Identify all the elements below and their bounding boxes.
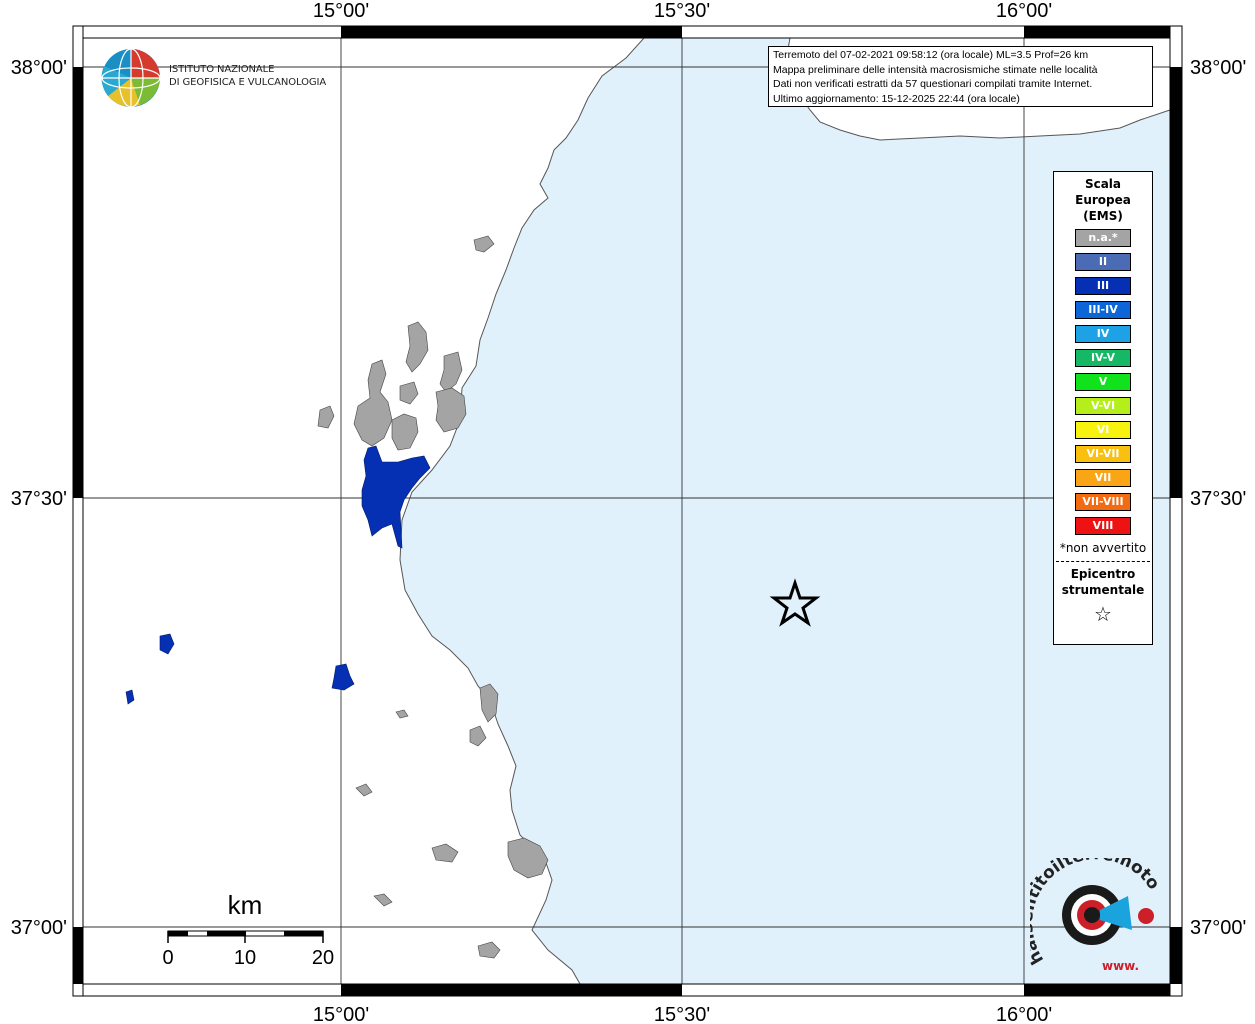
- left-tick-label: 37°00': [11, 917, 67, 939]
- legend-swatch: VII: [1075, 469, 1131, 487]
- legend-swatch: IV: [1075, 325, 1131, 343]
- legend-swatch: VIII: [1075, 517, 1131, 535]
- scale-unit: km: [228, 890, 263, 920]
- scale-tick-label: 0: [162, 947, 173, 969]
- legend-separator: [1056, 561, 1150, 562]
- bottom-tick-label: 15°00': [313, 1004, 369, 1024]
- top-tick-label: 16°00': [996, 0, 1052, 22]
- legend-swatch: V-VI: [1075, 397, 1131, 415]
- bottom-tick-label: 16°00': [996, 1004, 1052, 1024]
- svg-text:haisentitoilterremoto.it: haisentitoilterremoto.it: [1030, 858, 1160, 968]
- hsit-logo-curved-text: haisentitoilterremoto.it: [1030, 858, 1160, 968]
- legend-epicenter-label: Epicentro strumentale: [1054, 566, 1152, 598]
- legend-swatch: V: [1075, 373, 1131, 391]
- event-info-box: Terremoto del 07-02-2021 09:58:12 (ora l…: [768, 46, 1153, 107]
- event-info-line: Mappa preliminare delle intensità macros…: [773, 63, 1098, 76]
- top-tick-label: 15°00': [313, 0, 369, 22]
- ems-legend: Scala Europea (EMS) n.a.* II III III-IV IV IV…: [1053, 171, 1153, 645]
- scale-tick-label: 20: [312, 947, 334, 969]
- legend-swatch: II: [1075, 253, 1131, 271]
- legend-swatch: VI-VII: [1075, 445, 1131, 463]
- hsit-logo-text: haisentitoilterremoto.it www.: [1030, 858, 1160, 973]
- legend-title-line: Scala: [1084, 177, 1122, 191]
- legend-items: n.a.* II III III-IV IV IV-V V V-VI VI VI-VII VII VI…: [1054, 229, 1152, 535]
- legend-note: *non avvertito: [1059, 541, 1147, 555]
- legend-title-line: (EMS): [1083, 209, 1123, 223]
- scale-tick-label: 10: [234, 947, 256, 969]
- right-tick-label: 37°30': [1190, 488, 1246, 510]
- legend-swatch: IV-V: [1075, 349, 1131, 367]
- legend-title-line: Europea: [1075, 193, 1131, 207]
- legend-epicenter-line: strumentale: [1061, 583, 1145, 597]
- event-info-line: Terremoto del 07-02-2021 09:58:12 (ora l…: [773, 49, 1089, 61]
- bottom-tick-label: 15°30': [654, 1004, 710, 1024]
- left-tick-label: 38°00': [11, 57, 67, 79]
- right-tick-label: 38°00': [1190, 57, 1246, 79]
- event-info-line: Dati non verificati estratti da 57 quest…: [773, 78, 1093, 91]
- legend-epicenter-line: Epicentro: [1070, 567, 1136, 581]
- legend-swatch: VII-VIII: [1075, 493, 1131, 511]
- legend-swatch: III-IV: [1075, 301, 1131, 319]
- legend-swatch: III: [1075, 277, 1131, 295]
- ingv-logo-text: ISTITUTO NAZIONALE DI GEOFISICA E VULCAN…: [169, 63, 326, 89]
- legend-swatch: n.a.*: [1075, 229, 1131, 247]
- ingv-logo-line: DI GEOFISICA E VULCANOLOGIA: [169, 77, 327, 88]
- left-tick-label: 37°30': [11, 488, 67, 510]
- event-info-line: Ultimo aggiornamento: 15-12-2025 22:44 (…: [773, 92, 1020, 105]
- hsit-www-text: www.: [1102, 959, 1139, 973]
- right-tick-label: 37°00': [1190, 917, 1246, 939]
- legend-title: Scala Europea (EMS): [1054, 176, 1152, 224]
- top-tick-label: 15°30': [654, 0, 710, 22]
- legend-swatch: VI: [1075, 421, 1131, 439]
- ingv-logo-line: ISTITUTO NAZIONALE: [169, 64, 275, 75]
- ingv-globe-icon: [101, 48, 161, 108]
- legend-star-icon: ☆: [1094, 602, 1112, 626]
